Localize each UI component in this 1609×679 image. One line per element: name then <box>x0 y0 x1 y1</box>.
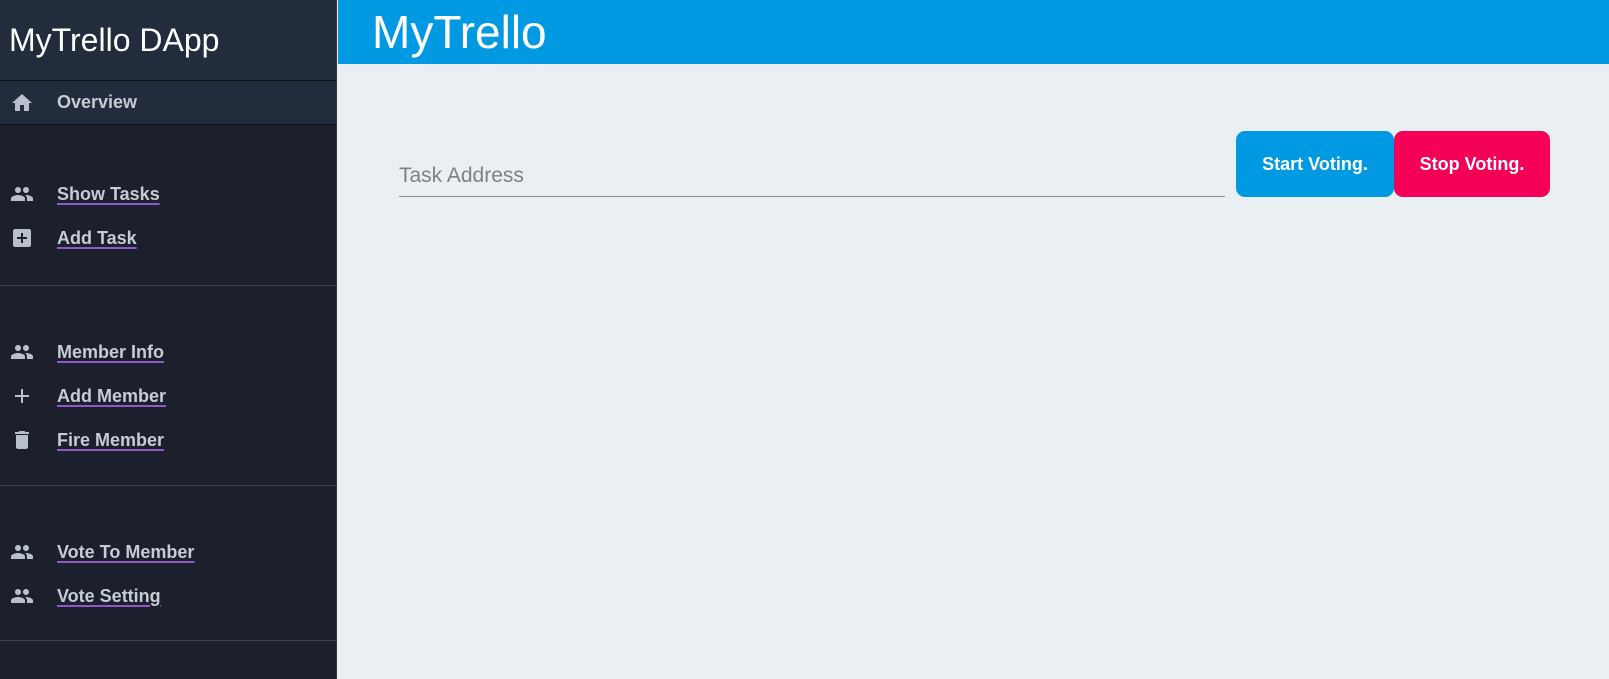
tasks-nav-group: Show Tasks Add Task <box>0 125 336 286</box>
people-icon <box>10 340 34 364</box>
sidebar-item-label: Add Member <box>57 385 167 406</box>
page-title: MyTrello <box>372 6 547 58</box>
sidebar-item-label: Overview <box>57 92 138 112</box>
sidebar-item-label: Vote Setting <box>57 585 161 606</box>
home-icon <box>10 91 34 115</box>
sidebar-item-vote-setting[interactable]: Vote Setting <box>0 574 336 618</box>
people-icon <box>10 584 34 608</box>
sidebar-item-fire-member[interactable]: Fire Member <box>0 418 336 462</box>
sidebar-item-label: Fire Member <box>57 429 165 450</box>
sidebar-item-add-task[interactable]: Add Task <box>0 216 336 260</box>
main-content: Start Voting. Stop Voting. <box>338 64 1609 679</box>
sidebar-item-label: Add Task <box>57 227 137 248</box>
sidebar-item-label: Show Tasks <box>57 183 160 204</box>
app-header: MyTrello <box>338 0 1609 64</box>
sidebar-item-vote-to-member[interactable]: Vote To Member <box>0 530 336 574</box>
people-icon <box>10 182 34 206</box>
sidebar-item-label: Member Info <box>57 341 165 362</box>
add-box-icon <box>10 226 34 250</box>
sidebar-item-member-info[interactable]: Member Info <box>0 330 336 374</box>
sidebar-item-show-tasks[interactable]: Show Tasks <box>0 172 336 216</box>
people-icon <box>10 540 34 564</box>
task-address-input[interactable] <box>399 149 1225 197</box>
sidebar-item-label: Vote To Member <box>57 541 195 562</box>
members-nav-group: Member Info Add Member Fire Member <box>0 286 336 486</box>
sidebar-item-overview[interactable]: Overview <box>0 81 336 125</box>
voting-nav-group: Vote To Member Vote Setting <box>0 486 336 641</box>
trash-icon <box>10 428 34 452</box>
plus-icon <box>10 384 34 408</box>
sidebar-item-add-member[interactable]: Add Member <box>0 374 336 418</box>
app-brand: MyTrello DApp <box>0 0 336 81</box>
stop-voting-button[interactable]: Stop Voting. <box>1394 131 1550 197</box>
start-voting-button[interactable]: Start Voting. <box>1236 131 1394 197</box>
sidebar: MyTrello DApp Overview Show Tasks Add Ta… <box>0 0 337 679</box>
